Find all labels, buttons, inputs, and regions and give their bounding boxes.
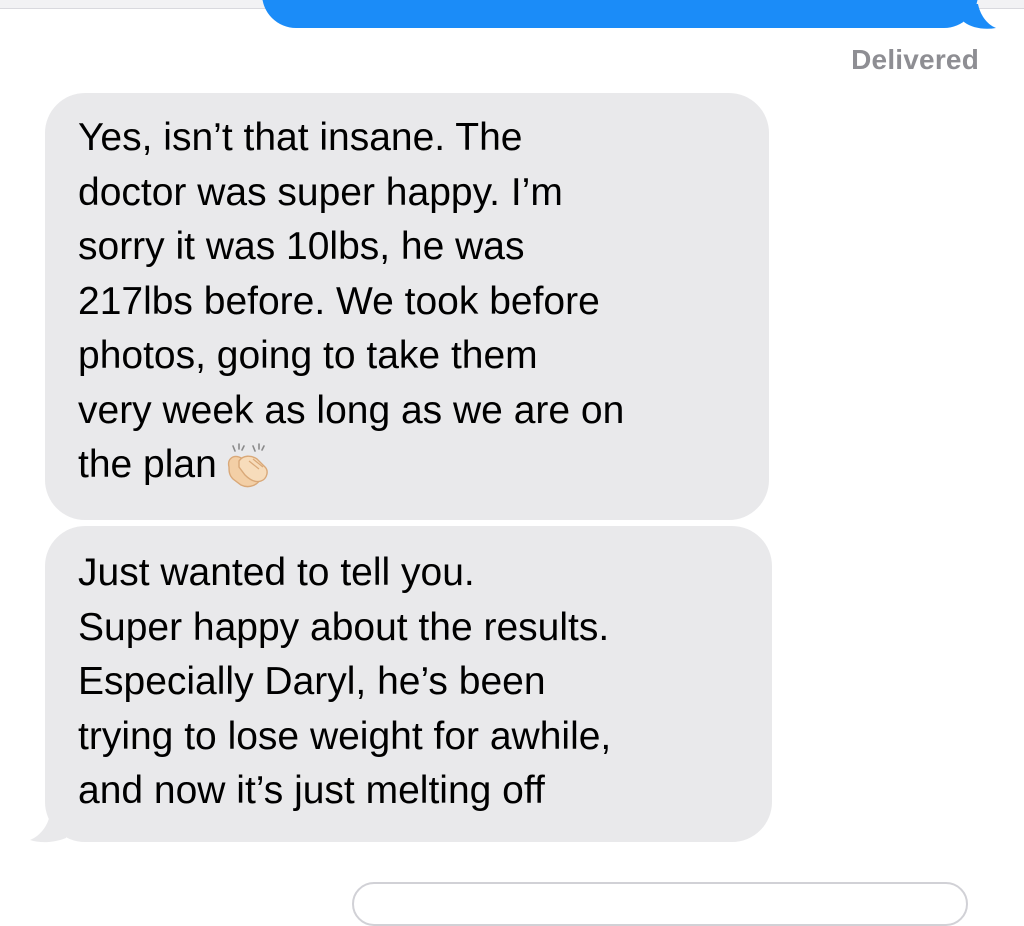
message-line: 217lbs before. We took before (78, 279, 600, 323)
message-input[interactable] (352, 882, 968, 926)
message-line: sorry it was 10lbs, he was (78, 225, 525, 268)
message-line: trying to lose weight for awhile, (78, 714, 612, 758)
message-line: very week as long as we are on (78, 388, 625, 432)
clapping-hands-icon (227, 443, 268, 488)
message-line: photos, going to take them (78, 334, 538, 377)
message-line-text: the plan (78, 443, 217, 486)
message-line: and now it’s just melting off (78, 769, 545, 812)
message-line: Yes, isn’t that insane. The (78, 116, 523, 159)
received-message-bubble[interactable]: Yes, isn’t that insane. The doctor was s… (45, 93, 769, 520)
sent-bubble-tail (960, 4, 996, 29)
delivery-status: Delivered (851, 44, 979, 75)
received-message-bubble[interactable]: Just wanted to tell you. Super happy abo… (45, 526, 772, 842)
sent-message-bubble[interactable] (262, 0, 978, 28)
message-line: Just wanted to tell you. (78, 551, 475, 594)
message-line: doctor was super happy. I’m (78, 170, 563, 214)
received-bubble-tail (30, 808, 66, 843)
message-line-last: the plan (78, 438, 739, 493)
message-line: Especially Daryl, he’s been (78, 660, 546, 703)
message-line: Super happy about the results. (78, 605, 610, 649)
